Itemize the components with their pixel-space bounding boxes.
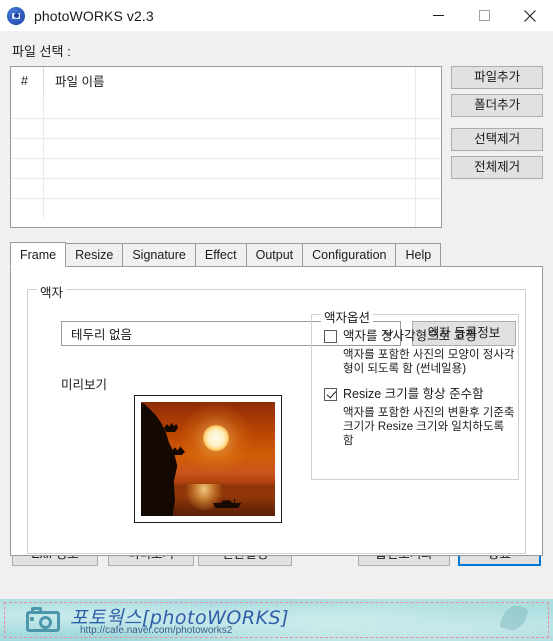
camera-flash xyxy=(30,617,34,621)
close-icon xyxy=(524,9,536,22)
sunset-photo-image xyxy=(141,402,275,516)
checkbox-keep-resize-box[interactable] xyxy=(324,388,337,401)
window-title: photoWORKS v2.3 xyxy=(34,7,154,24)
maximize-button[interactable] xyxy=(461,0,507,31)
column-header-index[interactable]: # xyxy=(11,67,43,94)
add-file-button[interactable]: 파일추가 xyxy=(451,66,543,89)
tab-strip: Frame Resize Signature Effect Output Con… xyxy=(10,241,543,267)
table-row[interactable] xyxy=(11,138,442,158)
window-controls xyxy=(415,0,553,31)
checkbox-keep-resize[interactable]: Resize 크기를 항상 준수함 xyxy=(324,387,484,402)
file-list[interactable]: # 파일 이름 xyxy=(10,66,443,228)
boat-cabin xyxy=(220,500,234,505)
minimize-icon xyxy=(432,15,444,16)
table-row[interactable] xyxy=(11,94,441,118)
cell-filename xyxy=(43,199,441,218)
cell-filename xyxy=(43,139,441,158)
camera-icon xyxy=(7,6,25,25)
promo-banner[interactable]: 포토웍스[photoWORKS] http://cafe.naver.com/p… xyxy=(0,599,553,641)
minimize-button[interactable] xyxy=(415,0,461,31)
column-header-filename[interactable]: 파일 이름 xyxy=(43,67,441,94)
checkbox-square-frame-description: 액자를 포함한 사진의 모양이 정사각형이 되도록 함 (썬네일용) xyxy=(343,349,515,375)
file-action-buttons: 파일추가 폴더추가 선택제거 전체제거 xyxy=(451,66,543,228)
preview-label: 미리보기 xyxy=(61,378,108,392)
camera-icon xyxy=(26,607,60,632)
file-list-rows xyxy=(11,94,442,227)
cell-filename xyxy=(43,119,441,138)
file-select-label: 파일 선택 : xyxy=(12,44,71,59)
leaf-decoration xyxy=(499,602,529,634)
frame-group-title: 액자 xyxy=(37,282,67,301)
tab-effect[interactable]: Effect xyxy=(195,243,247,267)
add-folder-button[interactable]: 폴더추가 xyxy=(451,94,543,117)
cell-filename xyxy=(43,159,441,178)
remove-all-button[interactable]: 전체제거 xyxy=(451,156,543,179)
close-button[interactable] xyxy=(507,0,553,31)
preview-thumbnail xyxy=(134,395,282,523)
checkbox-keep-resize-label: Resize 크기를 항상 준수함 xyxy=(343,387,484,401)
checkbox-square-frame[interactable]: 액자를 정사각형으로 고정 xyxy=(324,329,476,344)
cell-index xyxy=(11,139,43,158)
tab-frame[interactable]: Frame xyxy=(10,242,67,267)
title-bar: photoWORKS v2.3 xyxy=(0,0,553,31)
tab-resize[interactable]: Resize xyxy=(66,243,124,267)
tab-output[interactable]: Output xyxy=(246,243,304,267)
remove-selected-button[interactable]: 선택제거 xyxy=(451,128,543,151)
maximize-icon xyxy=(478,10,490,21)
cell-filename xyxy=(43,94,441,118)
camera-lens xyxy=(39,616,52,629)
column-divider xyxy=(415,67,416,227)
cell-index xyxy=(11,159,43,178)
cell-index xyxy=(11,94,43,118)
boat-silhouette xyxy=(212,499,242,509)
banner-url[interactable]: http://cafe.naver.com/photoworks2 xyxy=(80,625,232,636)
cell-filename xyxy=(43,179,441,198)
checkbox-square-frame-box[interactable] xyxy=(324,330,337,343)
cell-index xyxy=(11,199,43,218)
tab-region: Frame Resize Signature Effect Output Con… xyxy=(10,241,543,556)
frame-options-group: 액자옵션 액자를 정사각형으로 고정 액자를 포함한 사진의 모양이 정사각형이… xyxy=(311,307,519,480)
cell-index xyxy=(11,119,43,138)
cell-index xyxy=(11,179,43,198)
frame-group: 액자 테두리 없음 액자 등록정보 미리보기 액자옵션 액자를 정사각형으로 고… xyxy=(27,282,526,554)
tab-signature[interactable]: Signature xyxy=(123,243,196,267)
checkbox-square-frame-label: 액자를 정사각형으로 고정 xyxy=(343,329,477,343)
file-select-section: 파일 선택 : # 파일 이름 파일추가 폴더추가 선택제거 전체제거 xyxy=(0,31,553,228)
file-list-header: # 파일 이름 xyxy=(11,67,442,94)
frame-options-title: 액자옵션 xyxy=(321,307,374,326)
checkbox-keep-resize-description: 액자를 포함한 사진의 변환후 기준축 크기가 Resize 크기와 일치하도록… xyxy=(343,407,515,447)
boat-mast xyxy=(234,499,236,505)
table-row[interactable] xyxy=(11,198,442,218)
table-row[interactable] xyxy=(11,158,442,178)
tab-configuration[interactable]: Configuration xyxy=(303,243,397,267)
tab-panel-frame: 액자 테두리 없음 액자 등록정보 미리보기 액자옵션 액자를 정사각형으로 고… xyxy=(10,266,543,556)
tab-help[interactable]: Help xyxy=(396,243,442,267)
table-row[interactable] xyxy=(11,178,442,198)
table-row[interactable] xyxy=(11,118,442,138)
